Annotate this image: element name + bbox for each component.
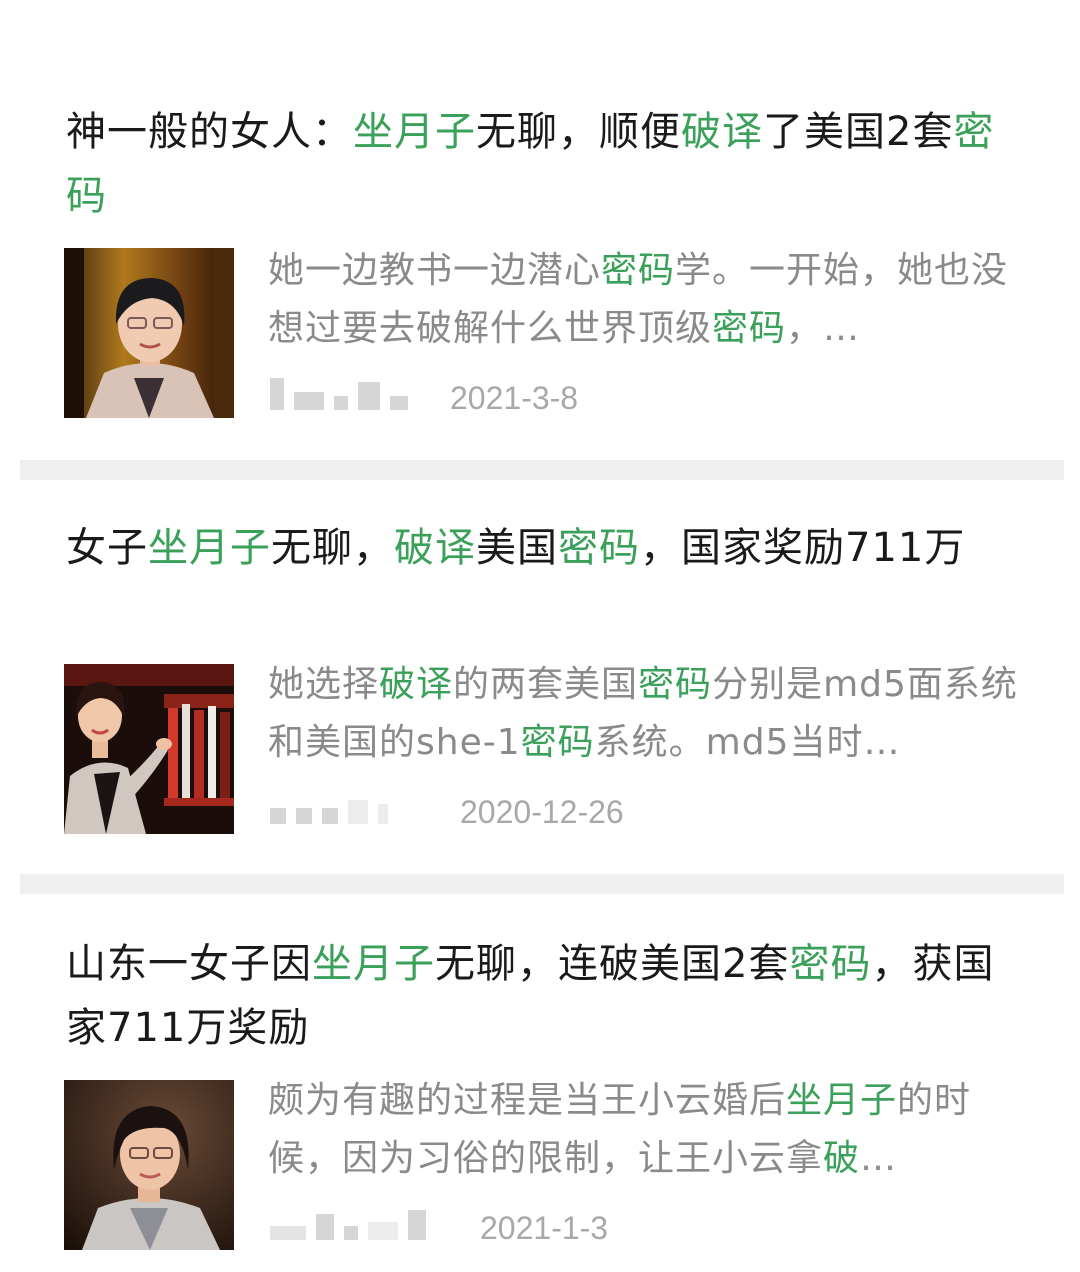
article-meta: 2021-3-8	[270, 378, 630, 418]
article-snippet: 她选择破译的两套美国密码分别是md5面系统和美国的she-1密码系统。md5当时…	[268, 664, 1018, 763]
woman-speaking-image	[64, 664, 234, 834]
woman-portrait-image	[64, 248, 234, 418]
article-thumbnail[interactable]	[64, 248, 234, 418]
article-title[interactable]: 女子坐月子无聊，破译美国密码，国家奖励711万	[66, 516, 1026, 580]
search-results-page: 神一般的女人：坐月子无聊，顺便破译了美国2套密码 她一边教书一边潜心密码学。一开…	[0, 0, 1080, 1272]
article-meta: 2020-12-26	[270, 792, 690, 832]
publish-date: 2021-3-8	[450, 380, 579, 416]
article-title[interactable]: 神一般的女人：坐月子无聊，顺便破译了美国2套密码	[66, 100, 1026, 228]
article-snippet: 颇为有趣的过程是当王小云婚后坐月子的时候，因为习俗的限制，让王小云拿破…	[268, 1080, 972, 1179]
article-thumbnail[interactable]	[64, 1080, 234, 1250]
blurred-source-name	[270, 798, 388, 824]
article-thumbnail[interactable]	[64, 664, 234, 834]
publish-date: 2020-12-26	[460, 794, 624, 830]
article-snippet: 她一边教书一边潜心密码学。一开始，她也没想过要去破解什么世界顶级密码，…	[268, 250, 1009, 349]
publish-date: 2021-1-3	[480, 1210, 609, 1246]
blurred-source-name	[270, 378, 408, 410]
article-title[interactable]: 山东一女子因坐月子无聊，连破美国2套密码，获国家711万奖励	[66, 932, 1026, 1060]
woman-interview-image	[64, 1080, 234, 1250]
blurred-source-name	[270, 1210, 426, 1240]
section-divider	[20, 460, 1064, 480]
article-meta: 2021-1-3	[270, 1208, 650, 1248]
section-divider	[20, 874, 1064, 894]
